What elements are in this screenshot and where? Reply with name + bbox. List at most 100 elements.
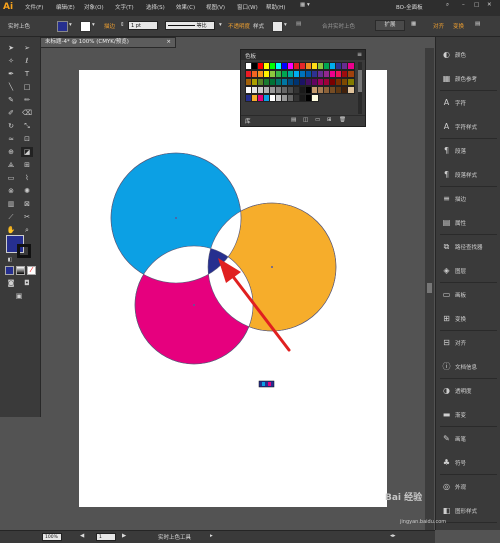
panel-separator bbox=[440, 522, 497, 523]
panel-separator bbox=[440, 282, 497, 283]
panel-separator bbox=[440, 186, 497, 187]
brushes-icon: ✎ bbox=[443, 434, 450, 443]
panel-item-label: 字符 bbox=[455, 101, 467, 107]
panel-item-label: 描边 bbox=[455, 197, 467, 203]
transform-icon: ⊞ bbox=[443, 314, 450, 323]
panel-item[interactable]: ⊟ 对齐 bbox=[436, 333, 500, 353]
swatch-grid bbox=[245, 62, 355, 114]
prev-artboard-icon[interactable]: ◀ bbox=[80, 533, 84, 539]
panel-item-label: 画笔 bbox=[455, 437, 467, 443]
panel-item-label: 文档信息 bbox=[455, 365, 478, 371]
panel-item-label: 图层 bbox=[455, 269, 467, 275]
graphic-styles-icon: ◧ bbox=[442, 506, 451, 515]
transparency-icon: ◑ bbox=[443, 386, 450, 395]
panel-item[interactable]: ⓘ 文档信息 bbox=[436, 357, 500, 377]
swatch-cell[interactable] bbox=[311, 94, 319, 102]
panel-item-label: 颜色参考 bbox=[455, 77, 478, 83]
panel-item[interactable]: ▬ 渐变 bbox=[436, 405, 500, 425]
panel-item-label: 字符样式 bbox=[455, 125, 478, 131]
panel-item[interactable]: ⧉ 路径查找器 bbox=[436, 237, 500, 257]
panel-item-label: 画板 bbox=[455, 293, 467, 299]
panel-item[interactable]: ◎ 外观 bbox=[436, 477, 500, 497]
delete-swatch-icon[interactable]: 🗑 bbox=[339, 117, 346, 123]
status-menu-icon[interactable]: ▸ bbox=[210, 533, 213, 539]
panel-item-label: 外观 bbox=[455, 485, 467, 491]
panel-separator bbox=[440, 330, 497, 331]
current-tool-label: 实时上色工具 bbox=[158, 535, 192, 541]
panel-separator bbox=[440, 426, 497, 427]
swatch-cell[interactable] bbox=[347, 86, 355, 94]
swatch-libraries-icon[interactable]: 库 bbox=[245, 117, 251, 125]
align-icon: ⊟ bbox=[443, 338, 450, 347]
panel-item-label: 段落 bbox=[455, 149, 467, 155]
panel-item-label: 图形样式 bbox=[455, 509, 478, 515]
appearance-icon: ◎ bbox=[443, 482, 450, 491]
symbols-icon: ♣ bbox=[442, 458, 451, 467]
artboards-icon: ▭ bbox=[442, 290, 451, 299]
horizontal-scroll-icon[interactable]: ◂▸ bbox=[390, 533, 396, 539]
panel-item[interactable]: ≡ 描边 bbox=[436, 189, 500, 209]
panel-item[interactable]: ¶ 段落 bbox=[436, 141, 500, 161]
magenta-center-point bbox=[193, 304, 195, 306]
swatch-cell[interactable] bbox=[347, 78, 355, 86]
panel-item[interactable]: ⊞ 变换 bbox=[436, 309, 500, 329]
new-swatch-icon[interactable]: ⊞ bbox=[327, 117, 332, 123]
document-info-icon: ⓘ bbox=[442, 362, 451, 371]
swatch-scrollbar[interactable] bbox=[358, 62, 362, 114]
panel-item-label: 透明度 bbox=[455, 389, 472, 395]
panel-menu-icon[interactable]: ≡ bbox=[357, 51, 362, 58]
panel-item-label: 符号 bbox=[455, 461, 467, 467]
panel-item-label: 渐变 bbox=[455, 413, 467, 419]
yellow-center-point bbox=[271, 266, 273, 268]
panel-separator bbox=[440, 234, 497, 235]
watermark-url: jingyan.baidu.com bbox=[400, 519, 447, 525]
panel-item[interactable]: ◑ 透明度 bbox=[436, 381, 500, 401]
panel-item[interactable]: ✎ 画笔 bbox=[436, 429, 500, 449]
panel-item-label: 路径查找器 bbox=[455, 245, 483, 251]
swatch-cell[interactable] bbox=[347, 70, 355, 78]
artboard-number-field[interactable]: 1 bbox=[96, 533, 116, 541]
swatch-options-icon[interactable]: ◫ bbox=[303, 117, 308, 123]
right-panel-dock: ◐ 颜色 ▦ 颜色参考 A 字符 A 字符样式 ¶ 段落 ¶ 段落样式 ≡ 描边 ▤ 属性 ⧉ 路径查找器 ◈ 图层 ▭… bbox=[435, 37, 500, 530]
character-style-icon: A bbox=[443, 122, 450, 131]
new-color-group-icon[interactable]: ▭ bbox=[315, 117, 320, 123]
next-artboard-icon[interactable]: ▶ bbox=[122, 533, 126, 539]
vertical-scroll-thumb[interactable] bbox=[427, 283, 432, 293]
paint-bucket-cursor-icon bbox=[258, 380, 275, 388]
panel-item[interactable]: ▤ 属性 bbox=[436, 213, 500, 233]
paragraph-icon: ¶ bbox=[443, 146, 450, 155]
cyan-center-point bbox=[175, 217, 177, 219]
watermark-logo: Bai 经验 bbox=[385, 493, 423, 503]
paragraph-style-icon: ¶ bbox=[443, 170, 450, 179]
character-icon: A bbox=[443, 98, 450, 107]
attributes-icon: ▤ bbox=[442, 218, 451, 227]
pathfinder-icon: ⧉ bbox=[443, 242, 450, 251]
zoom-field[interactable]: 100% bbox=[42, 533, 62, 541]
swatch-kind-icon[interactable]: ▤ bbox=[291, 117, 296, 123]
status-bar: 100% ◀ 1 ▶ 实时上色工具 ▸ ◂▸ bbox=[0, 530, 435, 543]
panel-item[interactable]: ¶ 段落样式 bbox=[436, 165, 500, 185]
panel-item-label: 对齐 bbox=[455, 341, 467, 347]
panel-item[interactable]: ◐ 颜色 bbox=[436, 45, 500, 65]
stroke-icon: ≡ bbox=[443, 194, 450, 203]
panel-item-label: 颜色 bbox=[455, 53, 467, 59]
panel-separator bbox=[440, 90, 497, 91]
layers-icon: ◈ bbox=[443, 266, 450, 275]
panel-separator bbox=[440, 378, 497, 379]
color-guide-icon: ▦ bbox=[442, 74, 451, 83]
panel-item[interactable]: A 字符样式 bbox=[436, 117, 500, 137]
panel-item[interactable]: ▦ 颜色参考 bbox=[436, 69, 500, 89]
panel-item-label: 段落样式 bbox=[455, 173, 478, 179]
panel-item[interactable]: ◈ 图层 bbox=[436, 261, 500, 281]
cursor-swatch-left bbox=[262, 382, 265, 386]
panel-item[interactable]: A 字符 bbox=[436, 93, 500, 113]
gradient-icon: ▬ bbox=[442, 410, 451, 419]
swatches-panel-title: 色板 bbox=[245, 54, 257, 60]
swatch-cell[interactable] bbox=[347, 62, 355, 70]
swatches-panel: 色板 ≡ 库 ▤ ◫ ▭ ⊞ 🗑 bbox=[240, 49, 366, 127]
panel-item[interactable]: ▭ 画板 bbox=[436, 285, 500, 305]
panel-item[interactable]: ◧ 图形样式 bbox=[436, 501, 500, 521]
panel-item-label: 变换 bbox=[455, 317, 467, 323]
panel-item-label: 属性 bbox=[455, 221, 467, 227]
panel-item[interactable]: ♣ 符号 bbox=[436, 453, 500, 473]
